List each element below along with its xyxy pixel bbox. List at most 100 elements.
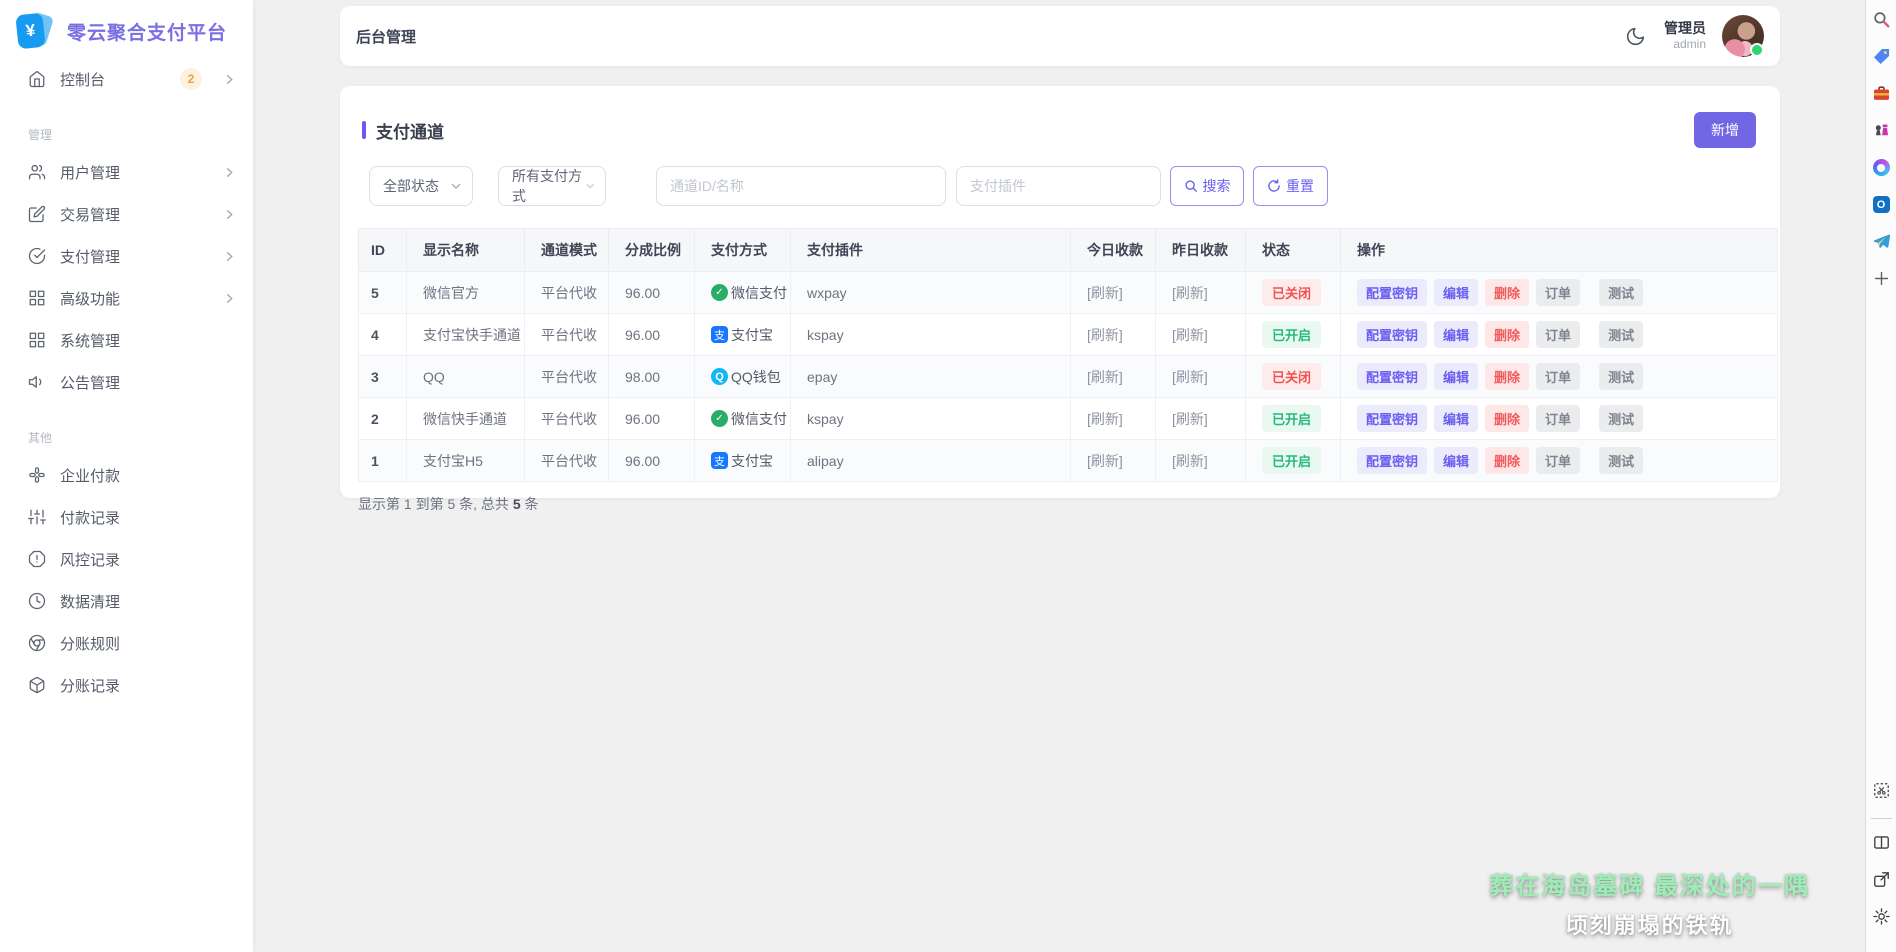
sidebar-item-payout-records[interactable]: 付款记录	[0, 496, 253, 538]
cell-ratio: 96.00	[609, 272, 695, 314]
sidebar-item-advanced-features[interactable]: 高级功能	[0, 277, 253, 319]
test-button[interactable]: 测试	[1599, 447, 1643, 474]
wechat-pay-icon	[711, 284, 728, 301]
column-header-status: 状态	[1246, 229, 1341, 272]
refresh-yesterday-link[interactable]: [刷新]	[1172, 411, 1208, 427]
user-username: admin	[1664, 37, 1706, 53]
column-header-today: 今日收款	[1071, 229, 1156, 272]
orders-button[interactable]: 订单	[1536, 363, 1580, 390]
configure-key-button[interactable]: 配置密钥	[1357, 321, 1427, 348]
delete-button[interactable]: 删除	[1485, 279, 1529, 306]
sidebar-item-label: 用户管理	[60, 162, 120, 183]
orders-button[interactable]: 订单	[1536, 321, 1580, 348]
plugin-search-input[interactable]	[956, 166, 1161, 206]
refresh-yesterday-link[interactable]: [刷新]	[1172, 327, 1208, 343]
method-select[interactable]: 所有支付方式	[498, 166, 606, 206]
test-button[interactable]: 测试	[1599, 321, 1643, 348]
loop-icon[interactable]	[1872, 158, 1891, 177]
test-button[interactable]: 测试	[1599, 279, 1643, 306]
configure-key-button[interactable]: 配置密钥	[1357, 279, 1427, 306]
delete-button[interactable]: 删除	[1485, 321, 1529, 348]
delete-button[interactable]: 删除	[1485, 447, 1529, 474]
sidebar-item-console[interactable]: 控制台 2	[0, 58, 253, 100]
telegram-icon[interactable]	[1872, 232, 1891, 251]
sidebar-item-system-management[interactable]: 系统管理	[0, 319, 253, 361]
sidebar-item-risk-records[interactable]: 风控记录	[0, 538, 253, 580]
open-external-icon[interactable]	[1872, 870, 1891, 889]
status-select[interactable]: 全部状态	[369, 166, 473, 206]
orders-button[interactable]: 订单	[1536, 447, 1580, 474]
tag-icon[interactable]	[1872, 47, 1891, 66]
refresh-yesterday-link[interactable]: [刷新]	[1172, 369, 1208, 385]
alipay-icon	[711, 326, 728, 343]
row-actions: 配置密钥 编辑 删除 订单 测试	[1357, 405, 1777, 432]
pagination-summary-prefix: 显示第 1 到第 5 条, 总共	[358, 496, 513, 512]
edit-button[interactable]: 编辑	[1434, 279, 1478, 306]
refresh-today-link[interactable]: [刷新]	[1087, 453, 1123, 469]
pagination-summary: 显示第 1 到第 5 条, 总共 5 条	[358, 494, 1780, 514]
sidebar-section-other: 其他	[0, 403, 253, 454]
refresh-today-link[interactable]: [刷新]	[1087, 285, 1123, 301]
edit-button[interactable]: 编辑	[1434, 447, 1478, 474]
chess-icon[interactable]	[1872, 121, 1891, 140]
user-display-name: 管理员	[1664, 19, 1706, 37]
configure-key-button[interactable]: 配置密钥	[1357, 363, 1427, 390]
payment-method-label: 支付宝	[731, 325, 773, 345]
sidebar-item-enterprise-payout[interactable]: 企业付款	[0, 454, 253, 496]
edit-button[interactable]: 编辑	[1434, 321, 1478, 348]
sidebar-item-data-cleanup[interactable]: 数据清理	[0, 580, 253, 622]
split-view-icon[interactable]	[1872, 833, 1891, 852]
pagination-summary-suffix: 条	[521, 496, 539, 512]
sidebar-item-label: 企业付款	[60, 465, 120, 486]
search-button[interactable]: 搜索	[1170, 166, 1244, 206]
configure-key-button[interactable]: 配置密钥	[1357, 447, 1427, 474]
search-icon[interactable]	[1872, 10, 1891, 29]
cell-ratio: 98.00	[609, 356, 695, 398]
refresh-today-link[interactable]: [刷新]	[1087, 411, 1123, 427]
reset-button[interactable]: 重置	[1253, 166, 1328, 206]
console-badge: 2	[180, 68, 202, 90]
sidebar-item-user-management[interactable]: 用户管理	[0, 151, 253, 193]
outlook-icon[interactable]: O	[1872, 195, 1891, 214]
channel-search-input[interactable]	[656, 166, 946, 206]
sidebar-item-transaction-management[interactable]: 交易管理	[0, 193, 253, 235]
add-button[interactable]: 新增	[1694, 112, 1756, 148]
chrome-icon	[28, 634, 46, 652]
edit-icon	[28, 205, 46, 223]
delete-button[interactable]: 删除	[1485, 405, 1529, 432]
test-button[interactable]: 测试	[1599, 405, 1643, 432]
screenshot-icon[interactable]	[1872, 781, 1891, 800]
status-badge: 已开启	[1262, 447, 1321, 474]
alipay-icon	[711, 452, 728, 469]
sidebar-item-payment-management[interactable]: 支付管理	[0, 235, 253, 277]
refresh-today-link[interactable]: [刷新]	[1087, 369, 1123, 385]
users-icon	[28, 163, 46, 181]
configure-key-button[interactable]: 配置密钥	[1357, 405, 1427, 432]
grid-icon	[28, 289, 46, 307]
edit-button[interactable]: 编辑	[1434, 363, 1478, 390]
test-button[interactable]: 测试	[1599, 363, 1643, 390]
toolbox-icon[interactable]	[1872, 84, 1891, 103]
cell-mode: 平台代收	[525, 356, 609, 398]
speaker-icon	[28, 373, 46, 391]
cell-plugin: kspay	[791, 314, 1071, 356]
edit-button[interactable]: 编辑	[1434, 405, 1478, 432]
sidebar-item-split-records[interactable]: 分账记录	[0, 664, 253, 706]
refresh-yesterday-link[interactable]: [刷新]	[1172, 453, 1208, 469]
sidebar-item-label: 公告管理	[60, 372, 120, 393]
add-icon[interactable]	[1872, 269, 1891, 288]
cell-plugin: kspay	[791, 398, 1071, 440]
delete-button[interactable]: 删除	[1485, 363, 1529, 390]
refresh-today-link[interactable]: [刷新]	[1087, 327, 1123, 343]
refresh-yesterday-link[interactable]: [刷新]	[1172, 285, 1208, 301]
cell-mode: 平台代收	[525, 398, 609, 440]
chevron-right-icon	[224, 293, 235, 304]
orders-button[interactable]: 订单	[1536, 279, 1580, 306]
settings-gear-icon[interactable]	[1872, 907, 1891, 926]
sidebar-item-split-rules[interactable]: 分账规则	[0, 622, 253, 664]
sidebar-item-announcement-management[interactable]: 公告管理	[0, 361, 253, 403]
dark-mode-toggle[interactable]	[1623, 24, 1648, 49]
orders-button[interactable]: 订单	[1536, 405, 1580, 432]
cell-plugin: epay	[791, 356, 1071, 398]
avatar[interactable]	[1722, 15, 1764, 57]
